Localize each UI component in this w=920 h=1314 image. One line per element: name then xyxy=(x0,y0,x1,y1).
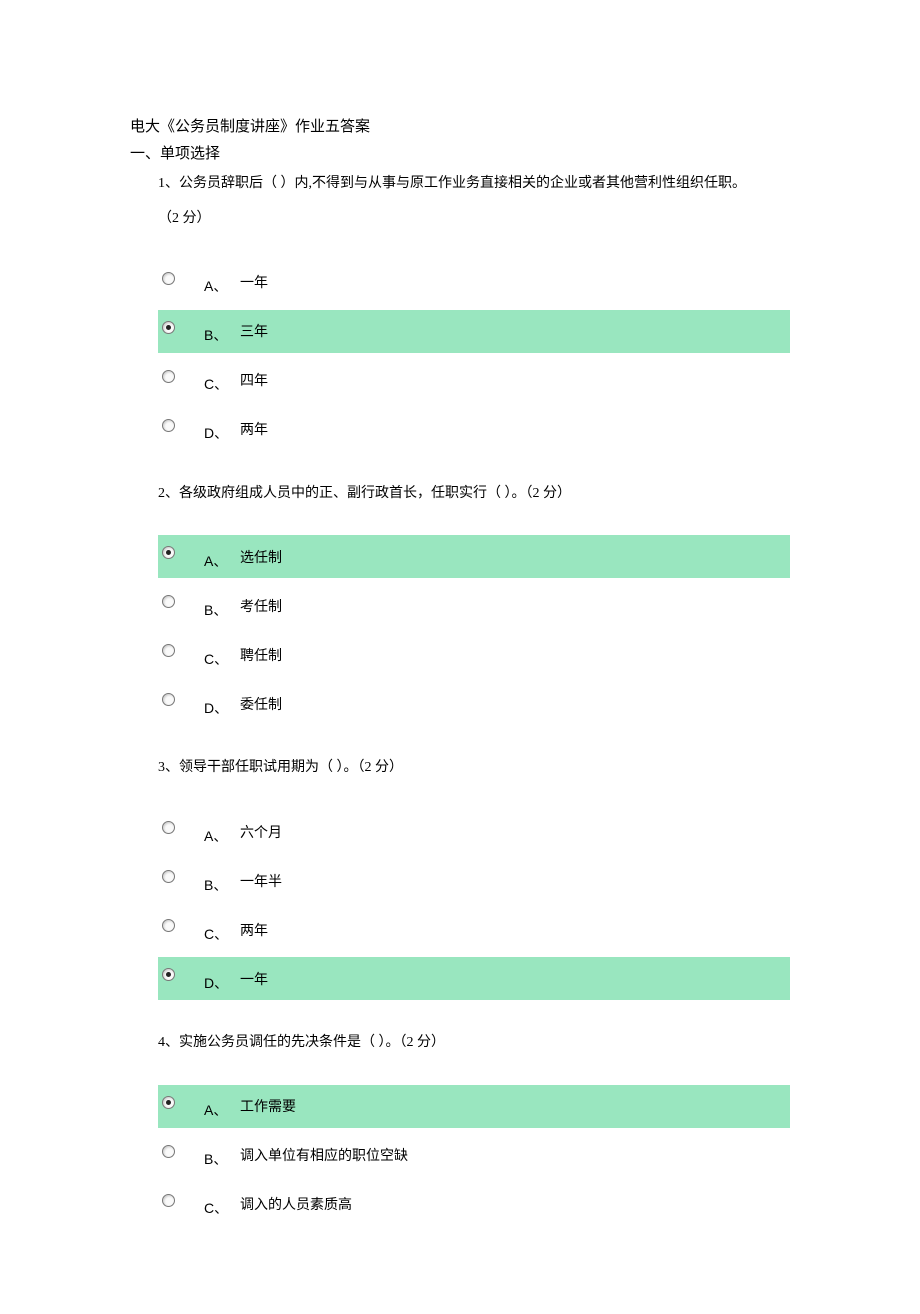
question-text: 3、领导干部任职试用期为（ ）。（2 分） xyxy=(158,753,790,784)
doc-title: 电大《公务员制度讲座》作业五答案 xyxy=(130,115,790,136)
radio-wrapper xyxy=(158,697,204,710)
radio-icon[interactable] xyxy=(162,595,175,608)
option-text: 聘任制 xyxy=(240,645,282,665)
options-list: A、六个月 B、一年半 C、两年 D、一年 xyxy=(158,810,790,1000)
option-letter: C、 xyxy=(204,641,240,669)
option-letter: D、 xyxy=(204,415,240,443)
option-text: 两年 xyxy=(240,920,268,940)
option-row[interactable]: C、调入的人员素质高 xyxy=(158,1183,790,1226)
option-letter: B、 xyxy=(204,592,240,620)
option-row[interactable]: B、一年半 xyxy=(158,859,790,902)
radio-wrapper xyxy=(158,923,204,936)
option-letter: B、 xyxy=(204,317,240,345)
option-letter: C、 xyxy=(204,916,240,944)
question-text: 1、公务员辞职后（ ）内,不得到与从事与原工作业务直接相关的企业或者其他营利性组… xyxy=(158,169,790,200)
option-letter: C、 xyxy=(204,1190,240,1218)
radio-wrapper xyxy=(158,648,204,661)
option-row[interactable]: B、三年 xyxy=(158,310,790,353)
option-letter: A、 xyxy=(204,818,240,846)
section-title: 一、单项选择 xyxy=(130,142,790,163)
radio-icon[interactable] xyxy=(162,1096,175,1109)
radio-icon[interactable] xyxy=(162,968,175,981)
option-text: 一年 xyxy=(240,272,268,292)
options-list: A、工作需要 B、调入单位有相应的职位空缺 C、调入的人员素质高 xyxy=(158,1085,790,1226)
option-row[interactable]: A、选任制 xyxy=(158,535,790,578)
radio-wrapper xyxy=(158,1198,204,1211)
radio-icon[interactable] xyxy=(162,919,175,932)
radio-icon[interactable] xyxy=(162,419,175,432)
radio-icon[interactable] xyxy=(162,546,175,559)
option-row[interactable]: D、两年 xyxy=(158,408,790,451)
option-letter: A、 xyxy=(204,268,240,296)
radio-icon[interactable] xyxy=(162,693,175,706)
option-row[interactable]: C、四年 xyxy=(158,359,790,402)
question-block: 3、领导干部任职试用期为（ ）。（2 分） A、六个月 B、一年半 C、两年 D、一年 xyxy=(158,753,790,1000)
question-points: （2 分） xyxy=(158,204,790,235)
radio-wrapper xyxy=(158,825,204,838)
radio-icon[interactable] xyxy=(162,1194,175,1207)
radio-icon[interactable] xyxy=(162,1145,175,1158)
question-text: 4、实施公务员调任的先决条件是（ ）。（2 分） xyxy=(158,1028,790,1059)
option-text: 两年 xyxy=(240,419,268,439)
option-row[interactable]: A、六个月 xyxy=(158,810,790,853)
option-letter: D、 xyxy=(204,965,240,993)
radio-icon[interactable] xyxy=(162,272,175,285)
option-text: 选任制 xyxy=(240,547,282,567)
radio-icon[interactable] xyxy=(162,644,175,657)
options-list: A、选任制 B、考任制 C、聘任制 D、委任制 xyxy=(158,535,790,725)
option-letter: C、 xyxy=(204,366,240,394)
option-row[interactable]: C、聘任制 xyxy=(158,633,790,676)
option-text: 四年 xyxy=(240,370,268,390)
option-letter: A、 xyxy=(204,543,240,571)
radio-wrapper xyxy=(158,972,204,985)
option-row[interactable]: B、考任制 xyxy=(158,584,790,627)
radio-wrapper xyxy=(158,423,204,436)
option-text: 考任制 xyxy=(240,596,282,616)
question-block: 2、各级政府组成人员中的正、副行政首长，任职实行（ ）。（2 分） A、选任制 B、… xyxy=(158,479,790,726)
question-block: 1、公务员辞职后（ ）内,不得到与从事与原工作业务直接相关的企业或者其他营利性组… xyxy=(158,169,790,451)
radio-icon[interactable] xyxy=(162,321,175,334)
option-row[interactable]: A、工作需要 xyxy=(158,1085,790,1128)
option-text: 调入的人员素质高 xyxy=(240,1194,352,1214)
options-list: A、一年 B、三年 C、四年 D、两年 xyxy=(158,261,790,451)
option-text: 一年半 xyxy=(240,871,282,891)
option-letter: D、 xyxy=(204,690,240,718)
option-letter: B、 xyxy=(204,1141,240,1169)
option-row[interactable]: B、调入单位有相应的职位空缺 xyxy=(158,1134,790,1177)
radio-icon[interactable] xyxy=(162,821,175,834)
radio-icon[interactable] xyxy=(162,870,175,883)
radio-wrapper xyxy=(158,874,204,887)
option-text: 六个月 xyxy=(240,822,282,842)
option-row[interactable]: D、一年 xyxy=(158,957,790,1000)
option-text: 委任制 xyxy=(240,694,282,714)
option-row[interactable]: D、委任制 xyxy=(158,682,790,725)
option-text: 工作需要 xyxy=(240,1096,296,1116)
radio-wrapper xyxy=(158,599,204,612)
option-text: 一年 xyxy=(240,969,268,989)
option-letter: A、 xyxy=(204,1092,240,1120)
radio-wrapper xyxy=(158,550,204,563)
radio-wrapper xyxy=(158,1100,204,1113)
radio-wrapper xyxy=(158,374,204,387)
radio-wrapper xyxy=(158,1149,204,1162)
radio-wrapper xyxy=(158,276,204,289)
option-text: 三年 xyxy=(240,321,268,341)
option-row[interactable]: C、两年 xyxy=(158,908,790,951)
question-text: 2、各级政府组成人员中的正、副行政首长，任职实行（ ）。（2 分） xyxy=(158,479,790,510)
radio-icon[interactable] xyxy=(162,370,175,383)
radio-wrapper xyxy=(158,325,204,338)
questions-container: 1、公务员辞职后（ ）内,不得到与从事与原工作业务直接相关的企业或者其他营利性组… xyxy=(130,169,790,1226)
option-text: 调入单位有相应的职位空缺 xyxy=(240,1145,408,1165)
option-letter: B、 xyxy=(204,867,240,895)
option-row[interactable]: A、一年 xyxy=(158,261,790,304)
question-block: 4、实施公务员调任的先决条件是（ ）。（2 分） A、工作需要 B、调入单位有相应的… xyxy=(158,1028,790,1226)
